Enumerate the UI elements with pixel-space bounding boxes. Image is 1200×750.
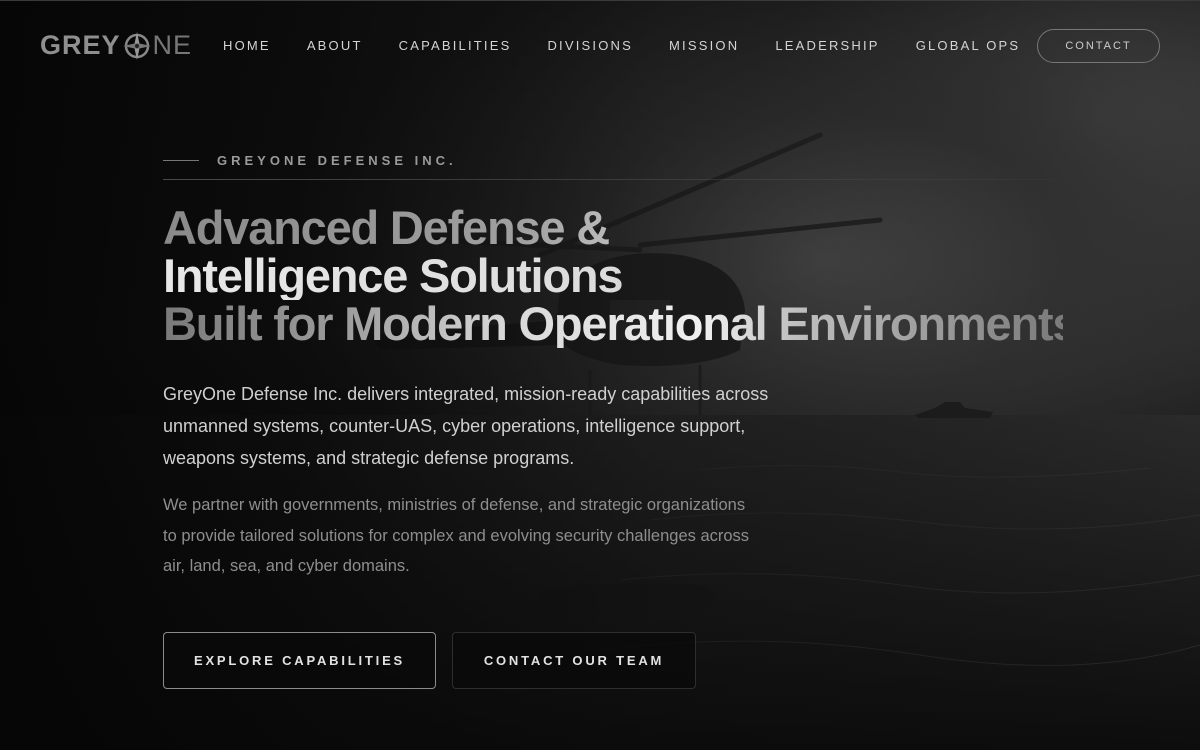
hero-intro: GreyOne Defense Inc. delivers integrated… <box>163 384 769 468</box>
compass-icon <box>122 31 151 60</box>
contact-button[interactable]: CONTACT <box>1037 29 1160 63</box>
logo-text-grey: GREY <box>40 30 121 60</box>
hero-section: GREYONE DEFENSE INC. Advanced Defense & … <box>163 150 1079 689</box>
main-nav: HOME ABOUT CAPABILITIES DIVISIONS MISSIO… <box>223 38 1056 53</box>
nav-capabilities[interactable]: CAPABILITIES <box>399 38 512 53</box>
nav-divisions[interactable]: DIVISIONS <box>547 38 633 53</box>
explore-capabilities-button[interactable]: EXPLORE CAPABILITIES <box>163 631 436 689</box>
hero-headline: Advanced Defense & Intelligence Solution… <box>163 204 1079 350</box>
hero-rule <box>163 179 1053 180</box>
site-header: GREY NE HOME ABOUT CAPABILITIES DIVISION… <box>0 0 1200 90</box>
hero-cta-group: EXPLORE CAPABILITIES CONTACT OUR TEAM <box>163 631 1063 689</box>
contact-team-button[interactable]: CONTACT OUR TEAM <box>452 631 696 689</box>
nav-home[interactable]: HOME <box>223 38 271 53</box>
hero-secondary: We partner with governments, ministries … <box>163 496 750 575</box>
nav-leadership[interactable]: LEADERSHIP <box>775 38 879 53</box>
logo-text-ne: NE <box>152 30 193 60</box>
eyebrow-divider <box>163 159 199 161</box>
brand-logo[interactable]: GREY NE <box>40 30 205 61</box>
headline-line-1: Advanced Defense & <box>163 204 1063 252</box>
nav-about[interactable]: ABOUT <box>307 38 363 53</box>
eyebrow-text: GREYONE DEFENSE INC. <box>217 152 457 168</box>
nav-mission[interactable]: MISSION <box>669 38 739 53</box>
eyebrow-row: GREYONE DEFENSE INC. <box>163 150 1063 170</box>
headline-line-3: Built for Modern Operational Environment… <box>163 297 1079 350</box>
nav-global-ops[interactable]: GLOBAL OPS <box>916 38 1021 53</box>
headline-line-2: Intelligence Solutions <box>163 252 1063 300</box>
